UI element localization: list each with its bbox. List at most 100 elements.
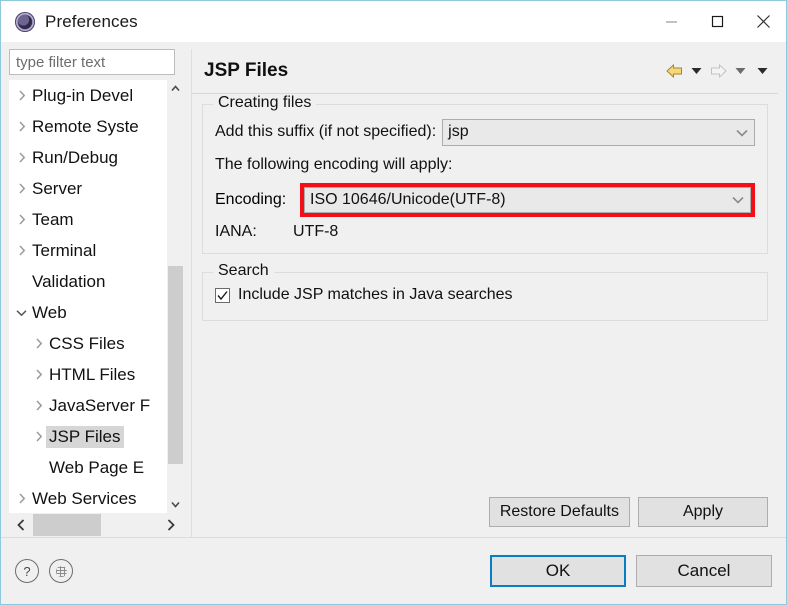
maximize-button[interactable] (694, 1, 740, 42)
tree-item-html-files[interactable]: HTML Files (9, 359, 166, 390)
suffix-label: Add this suffix (if not specified): (215, 123, 436, 141)
iana-row: IANA: UTF-8 (215, 223, 755, 241)
chevron-right-icon[interactable] (14, 183, 29, 194)
encoding-row: Encoding: ISO 10646/Unicode(UTF-8) (215, 183, 755, 217)
tree-vertical-scrollbar[interactable] (166, 80, 183, 513)
tree-item-team[interactable]: Team (9, 204, 166, 235)
tree-item-label: CSS Files (46, 333, 128, 355)
preference-tree-wrapper: Plug-in Devel Remote Syste Run/Debug Server… (9, 80, 183, 513)
chevron-down-icon (736, 125, 748, 140)
tree-item-web-services[interactable]: Web Services (9, 483, 166, 513)
iana-value: UTF-8 (293, 223, 338, 241)
tree-item-plug-in-devel[interactable]: Plug-in Devel (9, 80, 166, 111)
include-jsp-matches-checkbox[interactable] (215, 288, 230, 303)
restore-defaults-button[interactable]: Restore Defaults (489, 497, 630, 527)
tree-item-label: Web (29, 302, 70, 324)
tree-item-label: Validation (29, 271, 108, 293)
chevron-right-icon[interactable] (14, 245, 29, 256)
tree-item-label: JSP Files (46, 426, 124, 448)
encoding-combobox[interactable]: ISO 10646/Unicode(UTF-8) (304, 187, 751, 213)
tree-item-label: Server (29, 178, 85, 200)
tree-item-label: Run/Debug (29, 147, 121, 169)
chevron-right-icon[interactable] (14, 152, 29, 163)
chevron-right-icon[interactable] (31, 431, 46, 442)
tree-item-run-debug[interactable]: Run/Debug (9, 142, 166, 173)
chevron-down-icon (732, 191, 744, 209)
iana-label: IANA: (215, 223, 293, 241)
tree-item-remote-syste[interactable]: Remote Syste (9, 111, 166, 142)
creating-files-group-title: Creating files (213, 94, 316, 112)
chevron-right-icon[interactable] (31, 338, 46, 349)
chevron-right-icon[interactable] (14, 90, 29, 101)
title-bar: Preferences (1, 1, 786, 42)
tree-item-jsp-files[interactable]: JSP Files (9, 421, 166, 452)
tree-item-label: Web Page E (46, 457, 147, 479)
tree-horizontal-scrollbar[interactable] (9, 513, 183, 537)
back-arrow-icon[interactable] (664, 59, 684, 83)
tree-item-label: JavaServer F (46, 395, 153, 417)
tree-item-label: Terminal (29, 240, 99, 262)
question-mark-help-icon[interactable]: ? (15, 559, 39, 583)
scroll-down-button[interactable] (167, 496, 183, 513)
tree-item-label: Web Services (29, 488, 140, 510)
preference-page: JSP Files (191, 49, 778, 537)
encoding-note: The following encoding will apply: (215, 151, 755, 179)
page-header: JSP Files (192, 49, 778, 94)
chevron-right-icon[interactable] (31, 369, 46, 380)
tree-item-validation[interactable]: Validation (9, 266, 166, 297)
page-title: JSP Files (204, 60, 288, 82)
scroll-right-button[interactable] (159, 513, 183, 537)
forward-menu-chevron-down-icon[interactable] (730, 59, 750, 83)
include-jsp-matches-row[interactable]: Include JSP matches in Java searches (215, 286, 755, 304)
tree-item-label: HTML Files (46, 364, 138, 386)
chevron-right-icon[interactable] (14, 121, 29, 132)
preferences-gear-icon (15, 12, 35, 32)
suffix-row: Add this suffix (if not specified): jsp (215, 117, 755, 147)
tree-item-label: Plug-in Devel (29, 85, 136, 107)
window-title: Preferences (45, 12, 138, 32)
page-button-row: Restore Defaults Apply (192, 497, 778, 537)
window-controls (648, 1, 786, 42)
tree-item-javaserver-f[interactable]: JavaServer F (9, 390, 166, 421)
page-content: Creating files Add this suffix (if not s… (192, 94, 778, 497)
view-menu-chevron-down-icon[interactable] (752, 59, 772, 83)
cancel-button[interactable]: Cancel (636, 555, 772, 587)
tree-item-label: Team (29, 209, 77, 231)
footer-help-icons: ? (15, 559, 73, 583)
close-button[interactable] (740, 1, 786, 42)
include-jsp-matches-label: Include JSP matches in Java searches (238, 286, 513, 304)
filter-placeholder: type filter text (16, 54, 105, 71)
preferences-dialog: Preferences type filter text Plug-in Dev… (0, 0, 787, 605)
chevron-right-icon[interactable] (31, 400, 46, 411)
encoding-label: Encoding: (215, 191, 286, 209)
tree-item-web[interactable]: Web (9, 297, 166, 328)
globe-icon[interactable] (49, 559, 73, 583)
search-group-title: Search (213, 262, 274, 280)
apply-button[interactable]: Apply (638, 497, 768, 527)
minimize-button[interactable] (648, 1, 694, 42)
chevron-right-icon[interactable] (14, 214, 29, 225)
dialog-footer: ? OK Cancel (1, 537, 786, 604)
back-menu-chevron-down-icon[interactable] (686, 59, 706, 83)
encoding-value: ISO 10646/Unicode(UTF-8) (310, 191, 506, 209)
ok-button[interactable]: OK (490, 555, 626, 587)
suffix-value: jsp (448, 123, 468, 141)
tree-item-terminal[interactable]: Terminal (9, 235, 166, 266)
forward-arrow-icon (708, 59, 728, 83)
tree-item-css-files[interactable]: CSS Files (9, 328, 166, 359)
scroll-up-button[interactable] (167, 80, 183, 97)
tree-item-web-page-e[interactable]: Web Page E (9, 452, 166, 483)
tree-item-label: Remote Syste (29, 116, 142, 138)
filter-input-box[interactable]: type filter text (9, 49, 175, 75)
chevron-down-icon[interactable] (14, 309, 29, 317)
page-nav-buttons (664, 49, 772, 93)
suffix-combobox[interactable]: jsp (442, 119, 755, 146)
tree-scrollbar-thumb[interactable] (168, 266, 183, 464)
tree-item-server[interactable]: Server (9, 173, 166, 204)
preference-tree[interactable]: Plug-in Devel Remote Syste Run/Debug Server… (9, 80, 166, 513)
scroll-left-button[interactable] (9, 513, 33, 537)
chevron-right-icon[interactable] (14, 493, 29, 504)
sidebar: type filter text Plug-in Devel Remote Sys… (1, 42, 191, 537)
search-group: Search Include JSP matches in Java searc… (202, 272, 768, 321)
tree-hscrollbar-thumb[interactable] (33, 514, 101, 536)
